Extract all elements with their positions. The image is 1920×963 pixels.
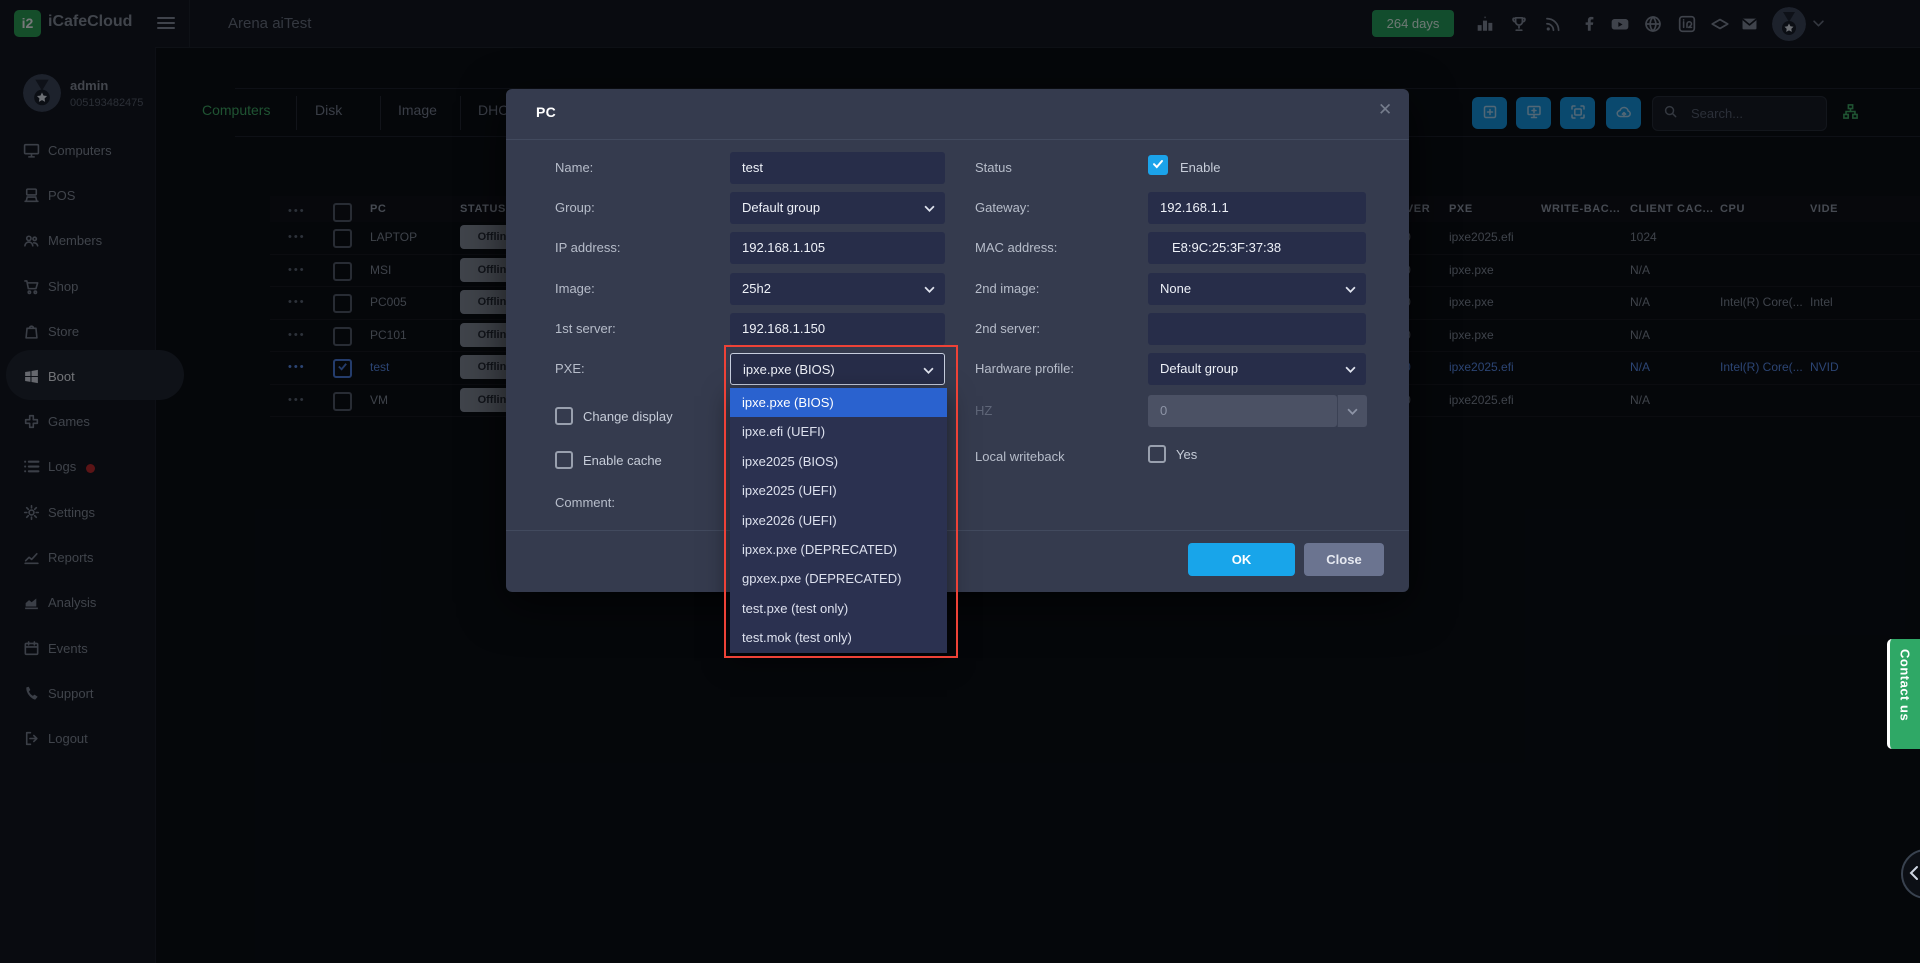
hz-input-disabled: 0 bbox=[1148, 395, 1337, 427]
pxe-option[interactable]: test.mok (test only) bbox=[730, 623, 947, 652]
group-value: Default group bbox=[742, 200, 820, 215]
image2-label: 2nd image: bbox=[975, 281, 1039, 296]
pxe-option[interactable]: test.pxe (test only) bbox=[730, 594, 947, 623]
change-display-checkbox[interactable] bbox=[555, 407, 573, 425]
group-select[interactable]: Default group bbox=[730, 192, 945, 224]
hz-select-chevron-disabled bbox=[1337, 395, 1367, 427]
mac-label: MAC address: bbox=[975, 240, 1057, 255]
contact-us-label: Contact us bbox=[1898, 649, 1913, 721]
chevron-down-icon bbox=[1345, 286, 1356, 293]
local-writeback-label: Local writeback bbox=[975, 449, 1065, 464]
pxe-option-selected[interactable]: ipxe.pxe (BIOS) bbox=[730, 388, 947, 417]
server1-input[interactable]: 192.168.1.150 bbox=[730, 313, 945, 345]
chevron-down-icon bbox=[924, 286, 935, 293]
status-enable-label: Enable bbox=[1180, 160, 1220, 175]
comment-label: Comment: bbox=[555, 495, 615, 510]
dialog-title: PC bbox=[536, 104, 556, 120]
enable-cache-label: Enable cache bbox=[583, 453, 662, 468]
pxe-option[interactable]: ipxe2025 (UEFI) bbox=[730, 476, 947, 505]
pxe-option[interactable]: ipxe.efi (UEFI) bbox=[730, 417, 947, 446]
pxe-option[interactable]: ipxex.pxe (DEPRECATED) bbox=[730, 535, 947, 564]
status-enable-checkbox[interactable] bbox=[1148, 155, 1168, 175]
ip-input[interactable]: 192.168.1.105 bbox=[730, 232, 945, 264]
hw-profile-label: Hardware profile: bbox=[975, 361, 1074, 376]
name-input[interactable]: test bbox=[730, 152, 945, 184]
chevron-down-icon bbox=[923, 367, 934, 374]
change-display-label: Change display bbox=[583, 409, 673, 424]
image-label: Image: bbox=[555, 281, 595, 296]
chevron-down-icon bbox=[1345, 366, 1356, 373]
image-value: 25h2 bbox=[742, 281, 771, 296]
pxe-option[interactable]: ipxe2026 (UEFI) bbox=[730, 506, 947, 535]
dialog-divider bbox=[506, 139, 1409, 140]
image2-value: None bbox=[1160, 281, 1191, 296]
pxe-option[interactable]: gpxex.pxe (DEPRECATED) bbox=[730, 564, 947, 593]
chevron-down-icon bbox=[924, 205, 935, 212]
pxe-dropdown-list: ipxe.pxe (BIOS) ipxe.efi (UEFI) ipxe2025… bbox=[730, 388, 947, 653]
pxe-value: ipxe.pxe (BIOS) bbox=[743, 362, 835, 377]
hz-label: HZ bbox=[975, 403, 992, 418]
image2-select[interactable]: None bbox=[1148, 273, 1366, 305]
contact-us-tab[interactable]: Contact us bbox=[1887, 639, 1920, 749]
enable-cache-checkbox[interactable] bbox=[555, 451, 573, 469]
group-label: Group: bbox=[555, 200, 595, 215]
hw-profile-value: Default group bbox=[1160, 361, 1238, 376]
mac-input[interactable]: E8:9C:25:3F:37:38 bbox=[1148, 232, 1366, 264]
gateway-input[interactable]: 192.168.1.1 bbox=[1148, 192, 1366, 224]
pxe-select[interactable]: ipxe.pxe (BIOS) bbox=[730, 353, 945, 385]
gateway-label: Gateway: bbox=[975, 200, 1030, 215]
server2-input[interactable] bbox=[1148, 313, 1366, 345]
writeback-yes-label: Yes bbox=[1176, 447, 1197, 462]
hw-profile-select[interactable]: Default group bbox=[1148, 353, 1366, 385]
status-label: Status bbox=[975, 160, 1012, 175]
pxe-option[interactable]: ipxe2025 (BIOS) bbox=[730, 447, 947, 476]
server2-label: 2nd server: bbox=[975, 321, 1040, 336]
image-select[interactable]: 25h2 bbox=[730, 273, 945, 305]
ip-label: IP address: bbox=[555, 240, 621, 255]
server1-label: 1st server: bbox=[555, 321, 616, 336]
pc-edit-dialog: PC ✕ Name: test Group: Default group IP … bbox=[506, 89, 1409, 592]
ok-button[interactable]: OK bbox=[1188, 543, 1295, 576]
close-button[interactable]: Close bbox=[1304, 543, 1384, 576]
footer-divider bbox=[506, 530, 1409, 531]
pxe-label: PXE: bbox=[555, 361, 585, 376]
close-icon[interactable]: ✕ bbox=[1378, 100, 1392, 120]
name-label: Name: bbox=[555, 160, 593, 175]
writeback-yes-checkbox[interactable] bbox=[1148, 445, 1166, 463]
